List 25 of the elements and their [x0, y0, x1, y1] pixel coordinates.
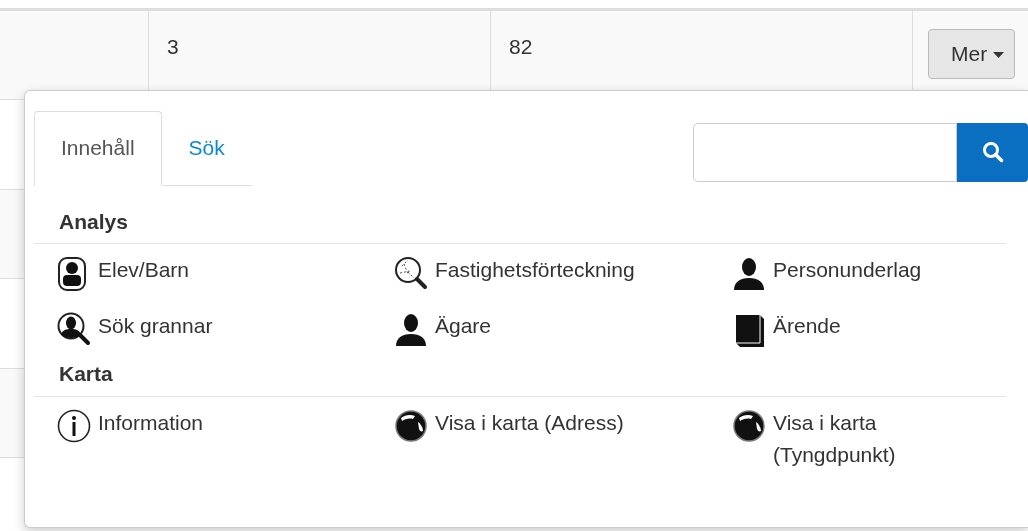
- menu-item[interactable]: Elev/Barn: [98, 254, 190, 287]
- person-icon: [394, 312, 428, 348]
- search-button[interactable]: [957, 122, 1028, 182]
- section-heading: Karta: [34, 356, 1006, 397]
- menu-item[interactable]: Ärende: [773, 310, 841, 343]
- caret-icon: [993, 52, 1004, 59]
- menu-item[interactable]: Visa i karta (Adress): [435, 406, 624, 440]
- menu-item[interactable]: Fastighetsförteckning: [435, 254, 635, 287]
- table-cell: 82: [509, 35, 533, 58]
- magnifier-icon: [394, 256, 428, 292]
- menu-item[interactable]: Ägare: [435, 310, 492, 343]
- search-icon: [981, 141, 1004, 163]
- menu-item[interactable]: Information: [98, 406, 204, 440]
- person-icon: [732, 256, 766, 292]
- menu-item[interactable]: Personunderlag: [773, 254, 922, 287]
- tab[interactable]: Innehåll: [34, 111, 162, 186]
- menu-item[interactable]: Sök grannar: [98, 310, 213, 343]
- section-heading: Analys: [34, 185, 1006, 244]
- person-search-icon: [57, 312, 91, 348]
- menu-item[interactable]: Visa i karta (Tyngdpunkt): [773, 406, 947, 472]
- info-icon: [57, 408, 91, 445]
- table-cell: 3: [167, 35, 179, 58]
- search-field[interactable]: [693, 122, 957, 182]
- more-button[interactable]: Mer: [928, 29, 1015, 79]
- tab[interactable]: Sök: [161, 111, 252, 186]
